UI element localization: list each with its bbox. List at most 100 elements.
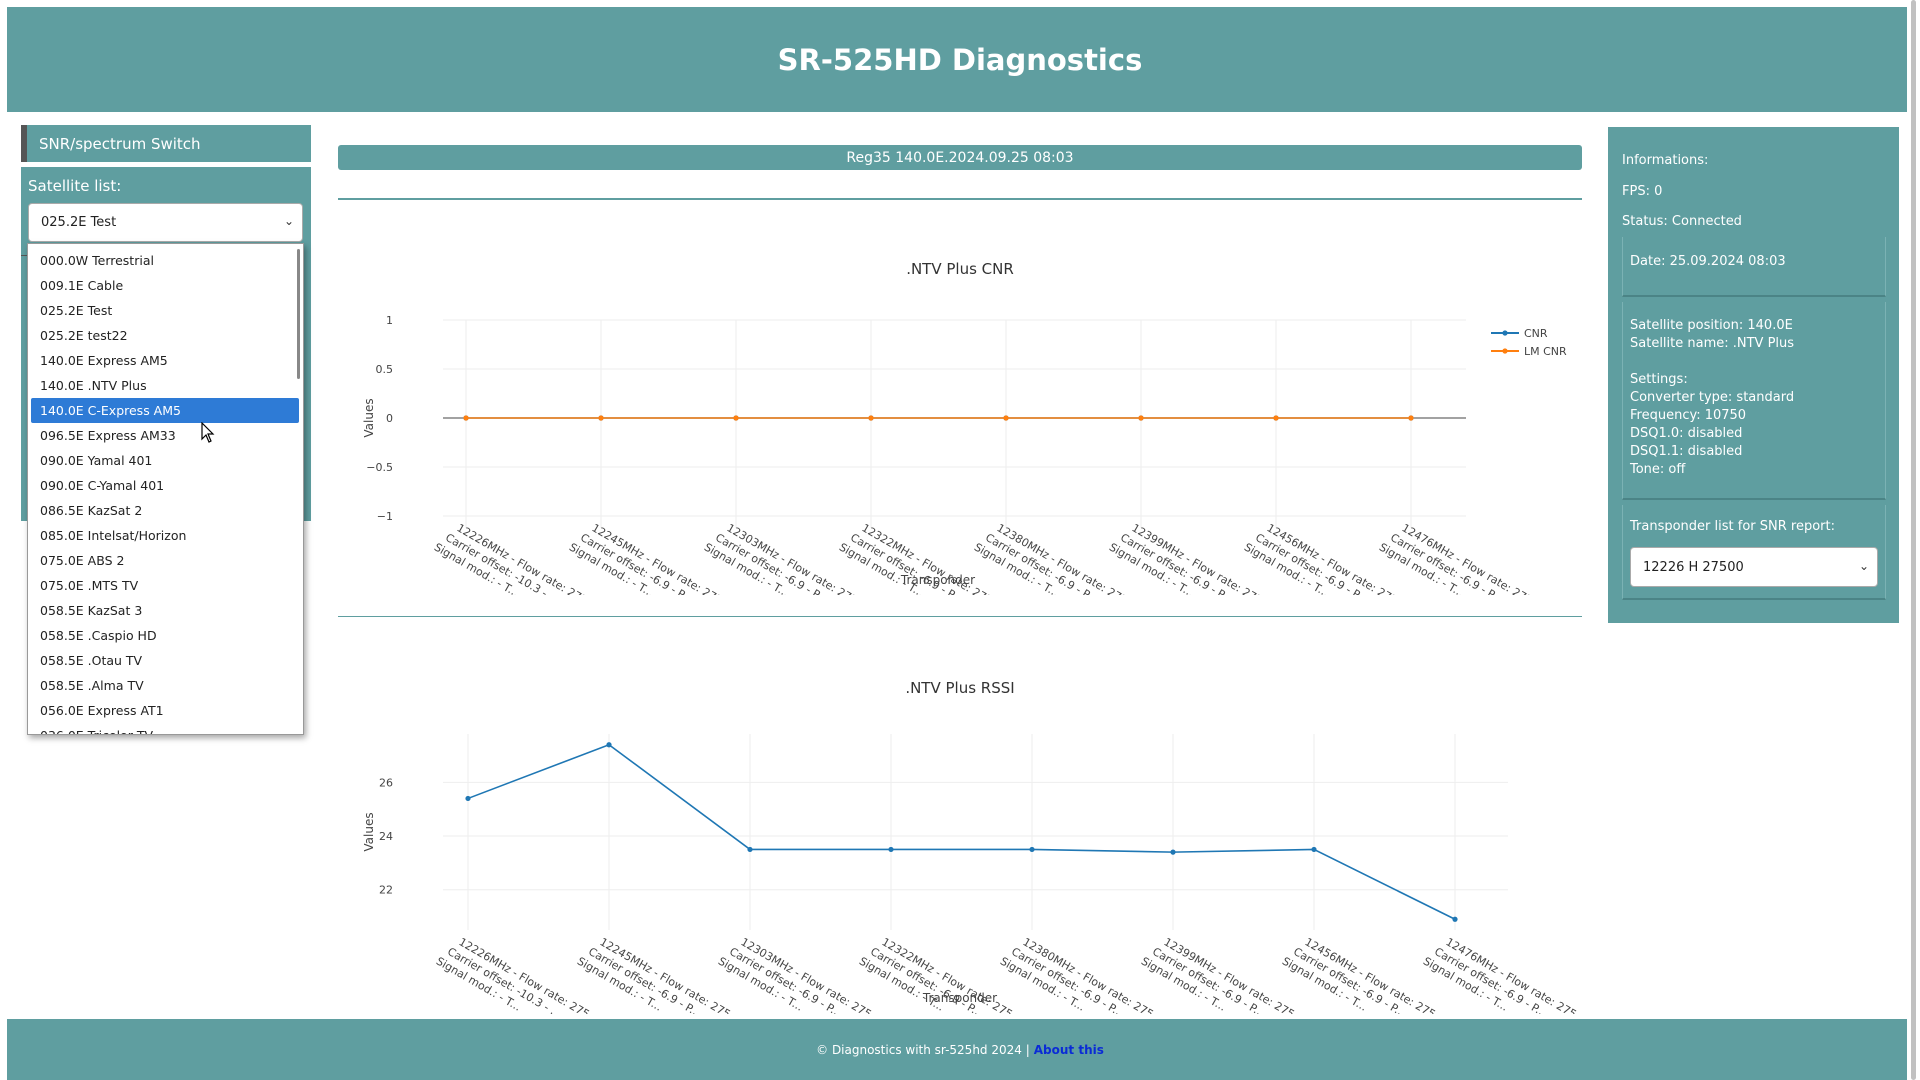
satellite-option[interactable]: 096.5E Express AM33 [31, 423, 299, 448]
date-text: Date: 25.09.2024 08:03 [1630, 254, 1786, 269]
rssi-chart: .NTV Plus RSSI262422ValuesTransponder122… [362, 679, 1579, 1014]
chart-title: .NTV Plus CNR [906, 260, 1014, 278]
y-tick-label: 1 [386, 314, 393, 327]
date-box: Date: 25.09.2024 08:03 [1622, 237, 1886, 297]
legend-entry: CNR [1524, 327, 1548, 340]
data-point [1273, 415, 1279, 421]
chevron-down-icon: ⌄ [1858, 559, 1869, 573]
info-panel: Informations: FPS: 0 Status: Connected D… [1608, 127, 1899, 623]
satellite-list-label: Satellite list: [28, 177, 122, 195]
transponder-select-value: 12226 H 27500 [1643, 559, 1744, 575]
legend-marker [1502, 330, 1508, 336]
satellite-option[interactable]: 000.0W Terrestrial [31, 248, 299, 273]
satellite-option[interactable]: 090.0E Yamal 401 [31, 448, 299, 473]
satellite-select[interactable]: 025.2E Test ⌄ [28, 203, 303, 242]
x-tick-label: 12245MHz - Flow rate: 275Carrier offset:… [567, 521, 725, 595]
x-tick-label: 12456MHz - Flow rate: 275Carrier offset:… [1280, 935, 1438, 1014]
x-tick-label: 12399MHz - Flow rate: 275Carrier offset:… [1139, 935, 1297, 1014]
sat-position-text: Satellite position: 140.0E [1630, 318, 1793, 333]
satellite-option[interactable]: 075.0E ABS 2 [31, 548, 299, 573]
sat-name-text: Satellite name: .NTV Plus [1630, 336, 1795, 351]
x-tick-label: 12245MHz - Flow rate: 275Carrier offset:… [575, 935, 733, 1014]
dropdown-scrollbar[interactable] [297, 249, 300, 379]
x-tick-label: 12226MHz - Flow rate: 275Carrier offset:… [434, 935, 592, 1014]
satellite-option[interactable]: 090.0E C-Yamal 401 [31, 473, 299, 498]
legend-marker [1502, 348, 1508, 354]
satellite-option[interactable]: 086.5E KazSat 2 [31, 498, 299, 523]
data-point [1003, 415, 1009, 421]
x-tick-label: 12322MHz - Flow rate: 275Carrier offset:… [837, 521, 995, 595]
satellite-option[interactable]: 085.0E Intelsat/Horizon [31, 523, 299, 548]
footer-text: © Diagnostics with sr-525hd 2024 | [816, 1042, 1030, 1057]
satellite-option[interactable]: 058.5E KazSat 3 [31, 598, 299, 623]
x-tick-label: 12456MHz - Flow rate: 275Carrier offset:… [1242, 521, 1400, 595]
y-tick-label: 0 [386, 412, 393, 425]
y-tick-label: −0.5 [366, 461, 393, 474]
x-tick-label: 12476MHz - Flow rate: 275Carrier offset:… [1377, 521, 1535, 595]
satellite-select-value: 025.2E Test [41, 215, 117, 230]
info-heading: Informations: [1622, 153, 1709, 168]
status-text: Status: Connected [1622, 214, 1742, 229]
x-tick-label: 12226MHz - Flow rate: 275Carrier offset:… [432, 521, 590, 595]
y-tick-label: 24 [379, 830, 393, 843]
page-title: SR-525HD Diagnostics [777, 42, 1143, 77]
snr-spectrum-switch-label: SNR/spectrum Switch [39, 134, 201, 153]
satellite-option[interactable]: 025.2E test22 [31, 323, 299, 348]
y-axis-label: Values [362, 398, 376, 437]
converter-text: Converter type: standard [1630, 390, 1795, 405]
satellite-option[interactable]: 009.1E Cable [31, 273, 299, 298]
dsq10-text: DSQ1.0: disabled [1630, 426, 1743, 441]
data-point [1408, 415, 1414, 421]
page-footer: © Diagnostics with sr-525hd 2024 | About… [7, 1019, 1913, 1080]
y-tick-label: 22 [379, 884, 393, 897]
satellite-option[interactable]: 056.0E Express AT1 [31, 698, 299, 723]
about-link[interactable]: About this [1034, 1043, 1104, 1057]
transponder-label: Transponder list for SNR report: [1630, 519, 1835, 534]
dsq11-text: DSQ1.1: disabled [1630, 444, 1743, 459]
x-tick-label: 12476MHz - Flow rate: 275Carrier offset:… [1421, 935, 1579, 1014]
satellite-option[interactable]: 036.0E Tricolor TV [31, 723, 299, 734]
y-tick-label: −1 [377, 510, 393, 523]
satellite-option[interactable]: 058.5E .Caspio HD [31, 623, 299, 648]
y-tick-label: 26 [379, 776, 393, 789]
legend-entry: LM CNR [1524, 345, 1567, 358]
x-tick-label: 12380MHz - Flow rate: 275Carrier offset:… [972, 521, 1130, 595]
x-tick-label: 12303MHz - Flow rate: 275Carrier offset:… [702, 521, 860, 595]
page-scrollbar-thumb[interactable] [1911, 0, 1916, 1080]
cnr-chart: .NTV Plus CNR10.50−0.5−1ValuesTransponde… [362, 260, 1567, 595]
data-point [1170, 849, 1176, 855]
satellite-option[interactable]: 140.0E .NTV Plus [31, 373, 299, 398]
snr-spectrum-switch-button[interactable]: SNR/spectrum Switch [21, 125, 311, 162]
divider [338, 198, 1582, 200]
data-point [1029, 846, 1035, 853]
mouse-cursor-icon [201, 422, 215, 443]
chart-title: .NTV Plus RSSI [905, 679, 1014, 697]
divider [338, 616, 1582, 617]
series-line [467, 743, 1456, 920]
page-scrollbar[interactable] [1907, 0, 1920, 1080]
fps-text: FPS: 0 [1622, 184, 1663, 199]
data-point [606, 742, 612, 748]
x-tick-label: 12303MHz - Flow rate: 275Carrier offset:… [716, 935, 874, 1014]
x-tick-label: 12399MHz - Flow rate: 275Carrier offset:… [1107, 521, 1265, 595]
satellite-option[interactable]: 058.5E .Alma TV [31, 673, 299, 698]
y-tick-label: 0.5 [376, 363, 394, 376]
settings-heading: Settings: [1630, 372, 1688, 387]
satellite-option[interactable]: 140.0E Express AM5 [31, 348, 299, 373]
settings-box: Satellite position: 140.0E Satellite nam… [1622, 302, 1886, 500]
data-point [463, 415, 469, 421]
satellite-option[interactable]: 075.0E .MTS TV [31, 573, 299, 598]
data-point [868, 415, 874, 421]
data-point [888, 846, 894, 853]
satellite-option[interactable]: 140.0E C-Express AM5 [31, 398, 299, 423]
satellite-dropdown-list[interactable]: 000.0W Terrestrial 009.1E Cable 025.2E Tes… [27, 243, 304, 735]
data-point [747, 846, 753, 853]
x-tick-label: 12380MHz - Flow rate: 275Carrier offset:… [998, 935, 1156, 1014]
satellite-option[interactable]: 058.5E .Otau TV [31, 648, 299, 673]
page-header: SR-525HD Diagnostics [7, 7, 1913, 112]
transponder-select[interactable]: 12226 H 27500 ⌄ [1630, 547, 1878, 587]
data-point [465, 795, 471, 802]
data-point [1311, 846, 1317, 853]
y-axis-label: Values [362, 812, 376, 851]
satellite-option[interactable]: 025.2E Test [31, 298, 299, 323]
